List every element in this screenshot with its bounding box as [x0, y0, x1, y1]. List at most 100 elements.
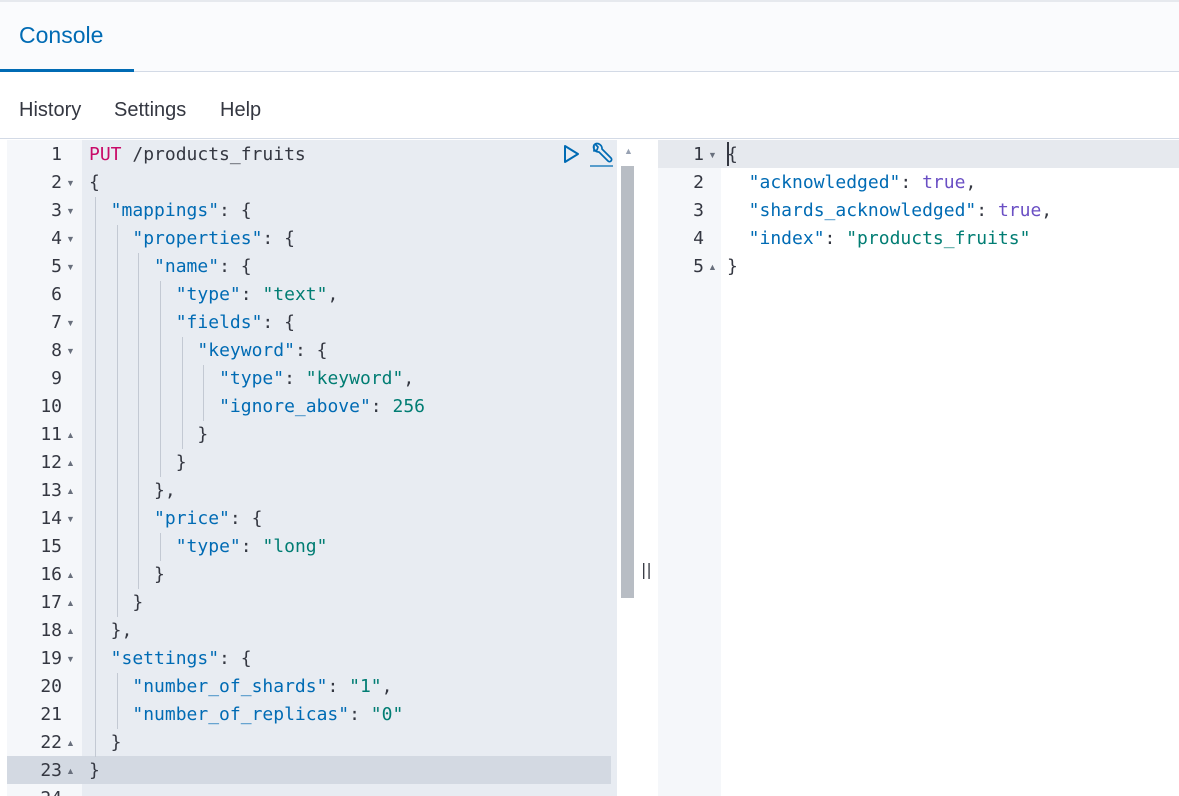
- token-punct: : {: [219, 648, 252, 669]
- play-icon[interactable]: [560, 143, 582, 165]
- line-number: 2: [51, 172, 62, 193]
- token-key: "type": [219, 368, 285, 389]
- code-text: }: [154, 564, 165, 585]
- tab-label: Console: [19, 22, 104, 48]
- resize-handle-icon[interactable]: ||: [641, 560, 652, 579]
- scroll-up-icon[interactable]: ▲: [624, 146, 633, 156]
- fold-arrow-down-icon[interactable]: ▼: [66, 234, 75, 244]
- token-punct: ,: [327, 284, 339, 305]
- request-line: 1 PUT /products_fruits: [7, 141, 611, 169]
- history-menu-item[interactable]: History: [19, 99, 81, 122]
- code-text: "index": "products_fruits": [749, 228, 1031, 249]
- token-punct: },: [154, 480, 176, 501]
- fold-arrow-up-icon[interactable]: ▲: [66, 626, 75, 636]
- token-punct: : {: [219, 200, 252, 221]
- response-line: 5 ▲}: [658, 253, 1179, 281]
- request-actions: [560, 140, 616, 168]
- line-number: 19: [40, 648, 62, 669]
- token-punct: :: [900, 172, 923, 193]
- response-line: 2 "acknowledged": true,: [658, 169, 1179, 197]
- token-punct: :: [240, 284, 263, 305]
- fold-arrow-up-icon[interactable]: ▲: [708, 262, 717, 272]
- line-number: 14: [40, 508, 62, 529]
- token-key: "settings": [110, 648, 220, 669]
- tab-console[interactable]: Console: [0, 2, 134, 72]
- token-punct: ,: [403, 368, 415, 389]
- code-text: },: [111, 620, 133, 641]
- line-number: 2: [693, 172, 704, 193]
- line-number: 4: [51, 228, 62, 249]
- code-text: "mappings": {: [111, 200, 252, 221]
- fold-arrow-down-icon[interactable]: ▼: [66, 514, 75, 524]
- response-line: 1 ▼{: [658, 141, 1179, 169]
- token-punct: : {: [262, 312, 295, 333]
- line-number: 20: [40, 676, 62, 697]
- fold-arrow-down-icon[interactable]: ▼: [66, 178, 75, 188]
- help-menu-item[interactable]: Help: [220, 99, 261, 122]
- response-output[interactable]: 1 ▼{2 "acknowledged": true, 3 "shards_acknow…: [658, 140, 1179, 796]
- fold-arrow-up-icon[interactable]: ▲: [66, 486, 75, 496]
- token-punct: {: [89, 172, 100, 193]
- fold-arrow-up-icon[interactable]: ▲: [66, 598, 75, 608]
- fold-arrow-down-icon[interactable]: ▼: [66, 262, 75, 272]
- token-punct: :: [370, 396, 393, 417]
- token-punct: }: [154, 564, 165, 585]
- scrollbar-thumb[interactable]: [621, 166, 634, 598]
- line-number: 9: [51, 368, 62, 389]
- response-line: 4 "index": "products_fruits": [658, 225, 1179, 253]
- line-number: 10: [40, 396, 62, 417]
- fold-arrow-up-icon[interactable]: ▲: [66, 570, 75, 580]
- token-punct: :: [824, 228, 847, 249]
- request-line: 8 ▼ "keyword": {: [7, 337, 611, 365]
- line-number: 5: [51, 256, 62, 277]
- fold-arrow-down-icon[interactable]: ▼: [66, 206, 75, 216]
- fold-arrow-up-icon[interactable]: ▲: [66, 430, 75, 440]
- token-key: "shards_acknowledged": [748, 200, 977, 221]
- token-punct: }: [110, 732, 122, 753]
- line-number: 4: [693, 228, 704, 249]
- token-punct: : {: [219, 256, 252, 277]
- request-line: 5 ▼ "name": {: [7, 253, 611, 281]
- fold-arrow-down-icon[interactable]: ▼: [66, 318, 75, 328]
- code-text: "number_of_replicas": "0": [132, 704, 403, 725]
- code-text: "ignore_above": 256: [219, 396, 425, 417]
- request-line: 24: [7, 785, 611, 796]
- token-url: /products_fruits: [121, 144, 306, 165]
- token-punct: ,: [1041, 200, 1053, 221]
- console-menu: History Settings Help: [0, 72, 1179, 138]
- fold-arrow-up-icon[interactable]: ▲: [66, 738, 75, 748]
- token-str: "long": [262, 536, 328, 557]
- request-line: 4 ▼ "properties": {: [7, 225, 611, 253]
- token-punct: }: [89, 760, 100, 781]
- wrench-icon[interactable]: [588, 141, 614, 167]
- settings-menu-item[interactable]: Settings: [114, 99, 186, 122]
- line-number: 11: [40, 424, 62, 445]
- fold-arrow-up-icon[interactable]: ▲: [66, 458, 75, 468]
- request-line: 12 ▲}: [7, 449, 611, 477]
- token-key: "mappings": [110, 200, 220, 221]
- line-number: 1: [693, 144, 704, 165]
- request-editor[interactable]: 1 PUT /products_fruits 2 ▼{3 ▼ "mappings": {4…: [7, 140, 635, 796]
- request-line: 16 ▲}: [7, 561, 611, 589]
- code-text: "price": {: [154, 508, 262, 529]
- code-text: }: [197, 424, 208, 445]
- token-punct: :: [976, 200, 998, 221]
- code-text: "keyword": {: [197, 340, 327, 361]
- line-number: 21: [40, 704, 62, 725]
- request-line: 22 ▲}: [7, 729, 611, 757]
- line-number: 18: [40, 620, 62, 641]
- fold-arrow-down-icon[interactable]: ▼: [708, 150, 717, 160]
- token-method: PUT: [89, 144, 122, 165]
- token-key: "number_of_replicas": [132, 704, 350, 725]
- fold-arrow-down-icon[interactable]: ▼: [66, 346, 75, 356]
- fold-arrow-up-icon[interactable]: ▲: [66, 766, 75, 776]
- token-punct: ,: [381, 676, 393, 697]
- fold-arrow-down-icon[interactable]: ▼: [66, 654, 75, 664]
- token-punct: :: [349, 704, 371, 725]
- token-punct: }: [197, 424, 209, 445]
- code-text: "properties": {: [132, 228, 295, 249]
- token-bool: true: [997, 200, 1042, 221]
- token-key: "acknowledged": [748, 172, 901, 193]
- request-line: 3 ▼ "mappings": {: [7, 197, 611, 225]
- token-key: "name": [154, 256, 220, 277]
